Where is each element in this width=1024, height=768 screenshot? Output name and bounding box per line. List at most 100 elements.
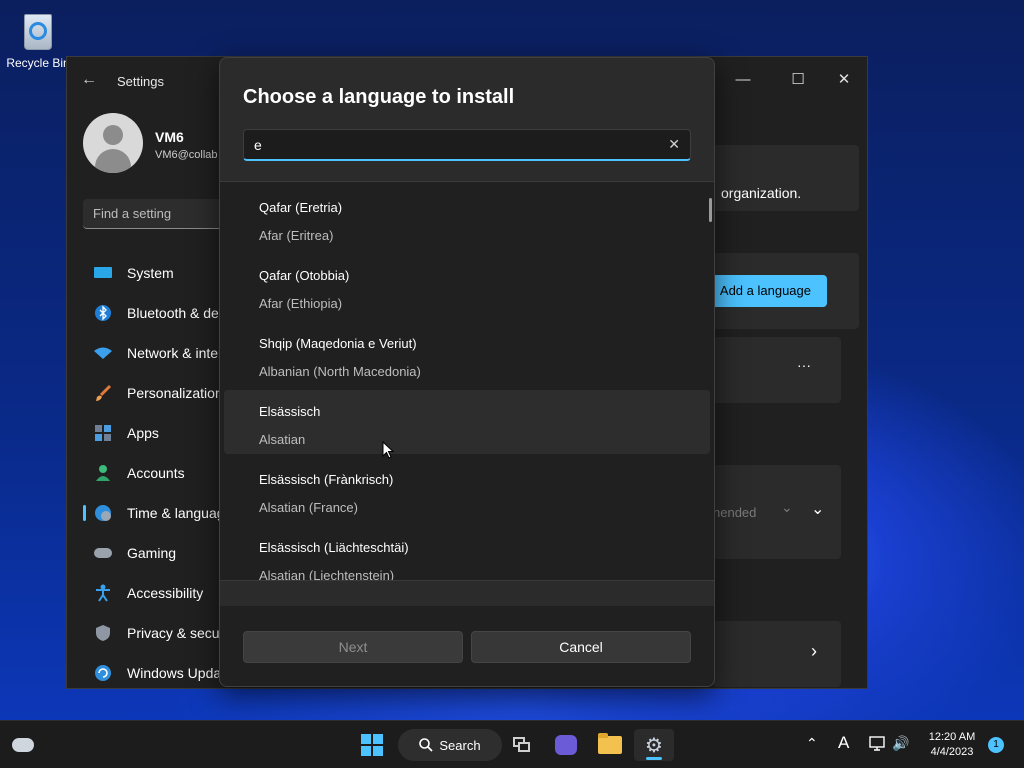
wifi-icon: [93, 343, 113, 363]
nav-label: Privacy & security: [127, 625, 223, 641]
organization-text: organization.: [721, 185, 802, 201]
maximize-button[interactable]: ☐: [778, 65, 818, 95]
list-scrollbar[interactable]: [709, 198, 712, 222]
recycle-bin-label: Recycle Bin: [6, 56, 70, 70]
language-english-name: Afar (Ethiopia): [259, 296, 343, 311]
search-icon: [419, 738, 434, 752]
regional-format-card: nended ⌄ ⌄: [713, 465, 841, 559]
language-native-name: Qafar (Eretria): [259, 200, 343, 215]
nav-label: Bluetooth & devices: [127, 305, 223, 321]
nav-item-time-language[interactable]: Time & language: [83, 493, 223, 533]
bluetooth-icon: [93, 303, 113, 323]
tray-overflow-chevron-icon[interactable]: ⌃: [806, 735, 818, 752]
avatar[interactable]: [83, 113, 143, 173]
dialog-footer: Next Cancel: [220, 606, 714, 686]
accessibility-icon: [93, 583, 113, 603]
nav-item-accounts[interactable]: Accounts: [83, 453, 223, 493]
recycle-bin-icon: [20, 8, 56, 52]
nav-item-windows-update[interactable]: Windows Update: [83, 653, 223, 693]
user-email: VM6@collab: [155, 149, 218, 161]
language-option[interactable]: Shqip (Maqedonia e Veriut) Albanian (Nor…: [224, 322, 710, 386]
nav-label: Network & internet: [127, 345, 223, 361]
chevron-right-icon: ›: [811, 641, 817, 661]
settings-nav: System Bluetooth & devices Network & int…: [83, 253, 223, 693]
expand-chevron-icon[interactable]: ⌄: [811, 499, 824, 519]
more-options-button[interactable]: ···: [797, 357, 811, 373]
dialog-title: Choose a language to install: [243, 86, 515, 108]
taskbar-search[interactable]: Search: [398, 729, 502, 761]
task-view-button[interactable]: [508, 729, 536, 761]
nav-item-network[interactable]: Network & internet: [83, 333, 223, 373]
monitor-icon: [93, 263, 113, 283]
globe-clock-icon: [93, 503, 113, 523]
find-setting-input[interactable]: Find a setting: [83, 199, 223, 229]
person-icon: [93, 463, 113, 483]
choose-language-dialog: Choose a language to install ✕ Qafar (Er…: [219, 57, 715, 687]
language-search-input[interactable]: [244, 130, 654, 160]
gear-icon: ⚙: [645, 734, 663, 757]
mouse-cursor-icon: [382, 441, 394, 459]
add-language-button[interactable]: Add a language: [713, 275, 827, 307]
task-view-icon: [513, 737, 531, 753]
nav-item-privacy[interactable]: Privacy & security: [83, 613, 223, 653]
language-english-name: Alsatian: [259, 432, 306, 447]
language-option[interactable]: Elsässisch (Liächteschtäi) Alsatian (Lie…: [224, 526, 710, 581]
taskbar: Search ⚙ ⌃ A 🔊 12:20 AM 4/4/2023 1: [0, 720, 1024, 768]
nav-label: Accessibility: [127, 585, 204, 601]
clear-search-button[interactable]: ✕: [668, 136, 680, 153]
language-native-name: Elsässisch: [259, 404, 321, 419]
nav-label: Time & language: [127, 505, 223, 521]
language-row: ···: [713, 337, 841, 403]
language-option[interactable]: Qafar (Eretria) Afar (Eritrea): [224, 186, 710, 250]
chat-button[interactable]: [552, 729, 580, 761]
cancel-button[interactable]: Cancel: [471, 631, 691, 663]
related-settings-row[interactable]: ›: [713, 621, 841, 687]
ime-indicator[interactable]: A: [838, 733, 849, 753]
notification-badge[interactable]: 1: [988, 737, 1004, 753]
nav-label: Gaming: [127, 545, 177, 561]
nav-item-gaming[interactable]: Gaming: [83, 533, 223, 573]
weather-widget[interactable]: [10, 729, 36, 761]
next-button[interactable]: Next: [243, 631, 463, 663]
active-app-indicator: [646, 757, 662, 760]
chevron-down-icon[interactable]: ⌄: [781, 499, 793, 516]
nav-label: Apps: [127, 425, 159, 441]
cloud-icon: [12, 738, 34, 752]
language-native-name: Elsässisch (Liächteschtäi): [259, 540, 409, 555]
minimize-button[interactable]: —: [723, 65, 763, 95]
file-explorer-button[interactable]: [596, 729, 624, 761]
nav-item-system[interactable]: System: [83, 253, 223, 293]
language-native-name: Shqip (Maqedonia e Veriut): [259, 336, 417, 351]
nav-label: Personalization: [127, 385, 223, 401]
language-english-name: Alsatian (Liechtenstein): [259, 568, 395, 581]
start-button[interactable]: [358, 729, 386, 761]
clock[interactable]: 12:20 AM 4/4/2023: [920, 730, 984, 760]
windows-logo-icon: [361, 734, 383, 756]
nav-item-personalization[interactable]: Personalization: [83, 373, 223, 413]
info-card: organization.: [713, 145, 859, 211]
volume-icon[interactable]: 🔊: [892, 735, 909, 752]
folder-icon: [598, 733, 622, 754]
clock-time: 12:20 AM: [928, 731, 976, 743]
gamepad-icon: [93, 543, 113, 563]
nav-label: System: [127, 265, 174, 281]
brush-icon: [93, 383, 113, 403]
search-label: Search: [439, 737, 481, 753]
nav-label: Windows Update: [127, 665, 223, 681]
network-icon[interactable]: [869, 736, 887, 752]
recycle-bin-shortcut[interactable]: Recycle Bin: [6, 8, 70, 70]
language-option[interactable]: Qafar (Otobbia) Afar (Ethiopia): [224, 254, 710, 318]
language-native-name: Qafar (Otobbia): [259, 268, 350, 283]
back-button[interactable]: ←: [81, 71, 97, 89]
nav-item-apps[interactable]: Apps: [83, 413, 223, 453]
close-button[interactable]: ✕: [824, 65, 864, 95]
language-list: Qafar (Eretria) Afar (Eritrea) Qafar (Ot…: [220, 181, 714, 581]
language-english-name: Afar (Eritrea): [259, 228, 334, 243]
nav-item-accessibility[interactable]: Accessibility: [83, 573, 223, 613]
nav-item-bluetooth[interactable]: Bluetooth & devices: [83, 293, 223, 333]
chat-icon: [555, 735, 577, 755]
recommended-fragment: nended: [713, 505, 757, 520]
language-option[interactable]: Elsässisch Alsatian: [224, 390, 710, 454]
preferred-languages-card: Add a language: [713, 253, 859, 329]
language-option[interactable]: Elsässisch (Frànkrisch) Alsatian (France…: [224, 458, 710, 522]
